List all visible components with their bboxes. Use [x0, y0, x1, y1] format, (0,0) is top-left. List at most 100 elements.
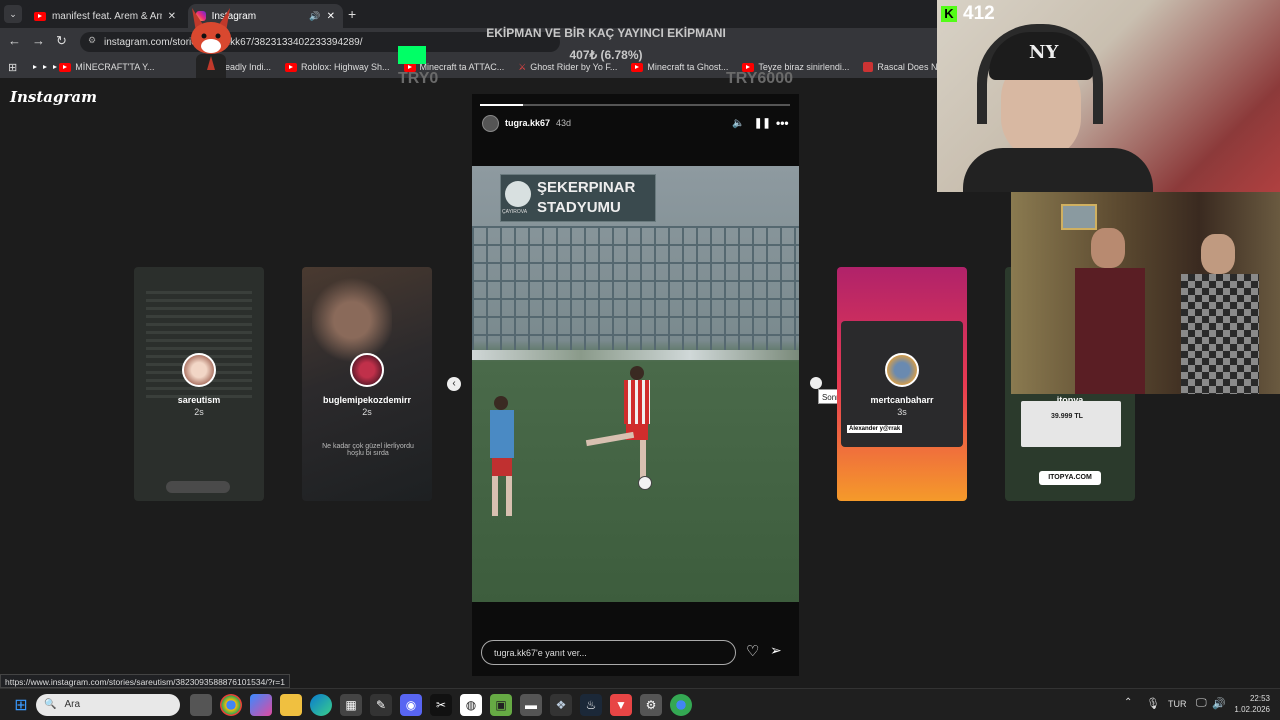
frame-picture	[1061, 204, 1097, 230]
tab-youtube[interactable]: manifest feat. Arem & Arman - ✕	[26, 4, 184, 28]
microphone-icon[interactable]: 🎙	[1146, 697, 1160, 710]
bookmark-item[interactable]: Rascal Does Not Dr...	[863, 62, 937, 72]
sign-small-text: ÇAYIROVA	[502, 209, 528, 215]
windows-start-icon[interactable]: ⊞	[10, 694, 32, 716]
obs-icon[interactable]: ◍	[460, 693, 482, 716]
task-view-icon[interactable]	[190, 693, 212, 716]
like-icon[interactable]: ♡	[746, 642, 759, 660]
story-photo-face	[312, 275, 392, 365]
stadium-fence	[472, 226, 799, 356]
clock-date: 1.02.2026	[1234, 705, 1270, 714]
chrome-icon[interactable]	[220, 693, 242, 716]
football	[638, 476, 652, 490]
share-icon[interactable]: ➢	[770, 642, 782, 659]
clock[interactable]: 22:53 1.02.2026	[1228, 693, 1270, 715]
copilot-icon[interactable]	[250, 693, 272, 716]
instagram-logo[interactable]: Instagram	[10, 88, 97, 106]
new-tab-button[interactable]: +	[348, 6, 356, 22]
bookmark-item[interactable]: Roblox: Highway Sh...	[284, 62, 390, 72]
story-age: 43d	[556, 118, 572, 128]
hoodie	[963, 148, 1153, 192]
search-icon: 🔍	[44, 699, 57, 710]
kick-badge: K 412	[941, 3, 1013, 24]
app-launcher-icon[interactable]: ▬	[520, 693, 542, 716]
webcam-feed: NY K 412	[937, 0, 1280, 192]
taskbar-search[interactable]: 🔍 Ara	[36, 693, 180, 716]
speaker-icon[interactable]: 🔊	[1212, 697, 1226, 710]
pause-icon[interactable]: ❚❚	[754, 118, 771, 129]
sign-line-2: STADYUMU	[537, 199, 621, 216]
avatar[interactable]	[482, 114, 499, 132]
bookmark-item[interactable]: MİNECRAFT'TA Y...	[59, 62, 154, 72]
instagram-page: Instagram sareutism 2s buglemipekozdemir…	[0, 78, 1135, 676]
story-preview-sareutism[interactable]: sareutism 2s	[134, 267, 264, 501]
settings-icon[interactable]: ⚙	[640, 693, 662, 716]
next-story-button[interactable]	[810, 377, 822, 389]
forward-icon[interactable]: →	[32, 33, 45, 48]
edge-icon[interactable]	[310, 693, 332, 716]
avatar	[885, 353, 919, 387]
story-age: 2s	[194, 407, 204, 417]
chrome-profile-icon[interactable]	[670, 693, 692, 716]
language-indicator[interactable]: TUR	[1168, 699, 1187, 709]
itopya-badge[interactable]: ITOPYA.COM	[1039, 471, 1101, 485]
stadium-sign: ÇAYIROVA ŞEKERPINAR STADYUMU	[500, 174, 656, 222]
speaker-icon[interactable]: 🔊	[309, 11, 320, 22]
story-username: buglemipekozdemirr	[322, 395, 412, 405]
file-explorer-icon[interactable]	[280, 693, 302, 716]
site-info-icon[interactable]: ⚙	[88, 35, 96, 46]
donation-goal-overlay: EKİPMAN VE BİR KAÇ YAYINCI EKİPMANI 407₺…	[396, 26, 816, 92]
youtube-icon	[284, 62, 297, 72]
display-icon[interactable]: 🖵	[1196, 697, 1207, 710]
reload-icon[interactable]: ↻	[56, 33, 67, 49]
close-icon[interactable]: ✕	[168, 11, 176, 22]
product-card: 39.999 TL	[1021, 401, 1121, 447]
youtube-icon	[34, 11, 46, 21]
more-options-icon[interactable]: •••	[776, 116, 789, 130]
story-preview-buglemipekozdemirr[interactable]: buglemipekozdemirr 2s Ne kadar çok güzel…	[302, 267, 432, 501]
minecraft-icon[interactable]: ▣	[490, 693, 512, 716]
reaction-video	[1011, 192, 1280, 394]
apps-icon[interactable]: ⊞	[8, 61, 17, 74]
rascal-icon	[863, 62, 874, 72]
sign-line-1: ŞEKERPINAR	[537, 179, 636, 196]
valorant-icon[interactable]: ▼	[610, 693, 632, 716]
story-progress-fill	[480, 104, 524, 106]
goal-amount: 407₺ (6.78%)	[569, 48, 643, 62]
avatar	[182, 353, 216, 387]
story-age: 2s	[362, 407, 372, 417]
goal-title: EKİPMAN VE BİR KAÇ YAYINCI EKİPMANI	[486, 26, 726, 40]
story-username: mertcanbaharr	[870, 395, 934, 405]
app-icon[interactable]: ✎	[370, 693, 392, 716]
clock-time: 22:53	[1249, 694, 1270, 703]
story-caption: Ne kadar çok güzel ilerliyordu hoşlu bi …	[322, 443, 414, 457]
story-pill	[166, 481, 230, 493]
story-username[interactable]: tugra.kk67	[505, 118, 550, 128]
player-blue	[484, 396, 520, 526]
snow-line	[472, 350, 799, 360]
store-icon[interactable]: ▦	[340, 693, 362, 716]
capcut-icon[interactable]: ✂	[430, 693, 452, 716]
viewer-count: 412	[963, 3, 995, 24]
player-red	[585, 366, 676, 496]
tab-bar: ⌄ manifest feat. Arem & Arman - ✕ Instag…	[0, 0, 937, 28]
story-video[interactable]: ÇAYIROVA ŞEKERPINAR STADYUMU	[472, 166, 799, 602]
close-icon[interactable]: ✕	[327, 11, 335, 22]
discord-icon[interactable]: ◉	[400, 693, 422, 716]
chevron-up-icon[interactable]: ⌃	[1124, 697, 1132, 708]
story-preview-mertcanbaharr[interactable]: mertcanbaharr 3s Alexander y@rrak	[837, 267, 967, 501]
volume-icon[interactable]: 🔈	[732, 118, 744, 129]
reply-input[interactable]: tugra.kk67'e yanıt ver...	[481, 640, 736, 665]
goal-min: TRY0	[398, 70, 439, 87]
previous-story-button[interactable]: ‹	[447, 377, 461, 391]
dev-icon[interactable]: ❖	[550, 693, 572, 716]
price-text: 39.999 TL	[1051, 413, 1083, 420]
steam-icon[interactable]: ♨	[580, 693, 602, 716]
story-username: sareutism	[177, 395, 221, 405]
kick-icon: K	[941, 6, 957, 22]
tab-search-button[interactable]: ⌄	[4, 5, 22, 23]
story-tag: Alexander y@rrak	[847, 425, 903, 433]
back-icon[interactable]: ←	[8, 33, 21, 48]
cap-logo: NY	[1029, 42, 1059, 63]
youtube-icon	[59, 62, 72, 72]
